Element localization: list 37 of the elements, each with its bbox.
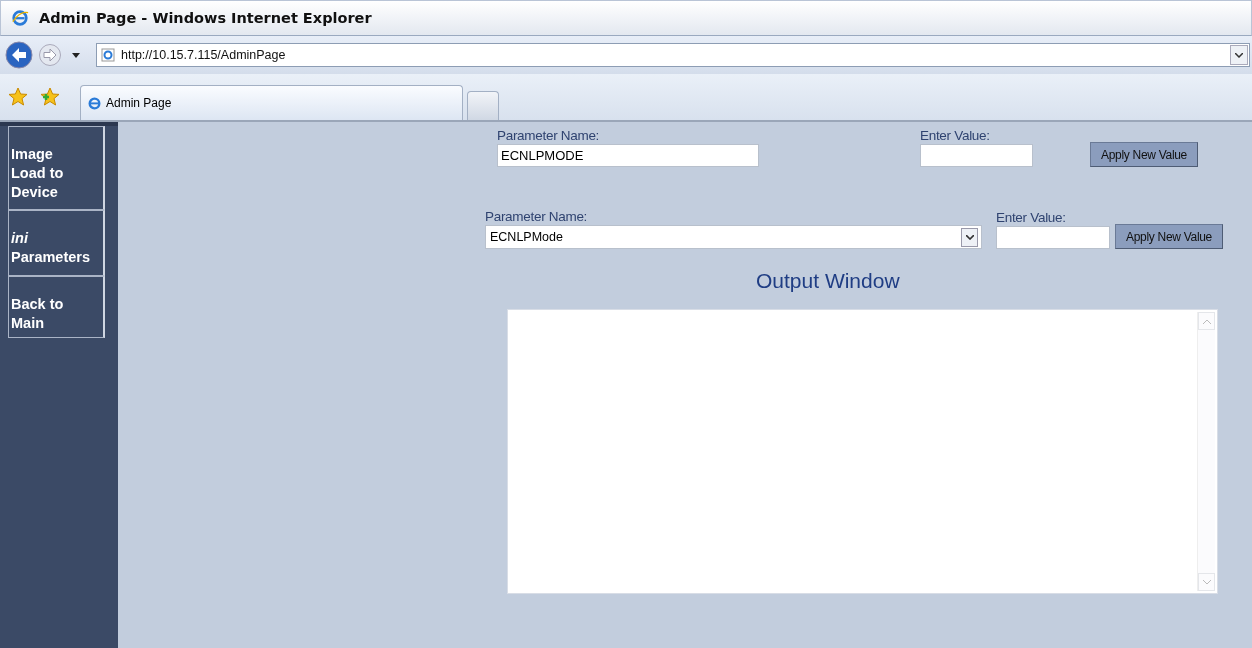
dropdown-button[interactable] [961, 227, 978, 247]
forward-button[interactable] [38, 43, 62, 67]
field-label: Parameter Name: [497, 128, 601, 144]
field-label: Enter Value: [996, 210, 1067, 226]
sidebar-link[interactable]: Image Load to Device [8, 126, 105, 210]
apply-button[interactable]: Apply New Value [1090, 142, 1198, 167]
page-icon [101, 48, 115, 62]
sidebar-link[interactable]: Back to Main [8, 276, 105, 338]
apply-button[interactable]: Apply New Value [1115, 224, 1223, 249]
field-label: Enter Value: [920, 128, 991, 144]
parameter-dropdown[interactable]: ECNLPMode [485, 225, 982, 249]
dropdown-caret-icon[interactable] [72, 52, 80, 58]
sidebar-link[interactable]: ini Parameters [8, 210, 105, 276]
value-field[interactable] [920, 144, 1033, 167]
chevron-down-icon [1202, 579, 1211, 585]
address-dropdown-button[interactable] [1230, 45, 1248, 65]
page-icon [87, 95, 102, 111]
browser-logo-icon [11, 9, 29, 27]
url-text: http://10.15.7.115/AdminPage [121, 48, 287, 62]
chevron-down-icon [965, 234, 974, 240]
address-bar[interactable]: http://10.15.7.115/AdminPage [96, 43, 1250, 67]
section-title: Output Window [756, 269, 901, 293]
browser-tab[interactable]: Admin Page [80, 85, 463, 120]
add-star-icon[interactable] [40, 87, 60, 107]
value-field[interactable] [996, 226, 1110, 249]
parameter-name-field[interactable]: ECNLPMODE [497, 144, 759, 167]
chevron-up-icon [1202, 318, 1211, 324]
star-icon[interactable] [8, 87, 28, 107]
back-button[interactable] [4, 40, 34, 70]
field-label: Parameter Name: [485, 209, 589, 225]
scroll-up-button[interactable] [1198, 312, 1215, 330]
chevron-down-icon [1235, 52, 1243, 58]
tab-title: Admin Page [106, 96, 172, 110]
scrollbar[interactable] [1197, 312, 1215, 591]
new-tab-button[interactable] [467, 91, 499, 120]
scroll-down-button[interactable] [1198, 573, 1215, 591]
window-title: Admin Page - Windows Internet Explorer [39, 10, 372, 26]
